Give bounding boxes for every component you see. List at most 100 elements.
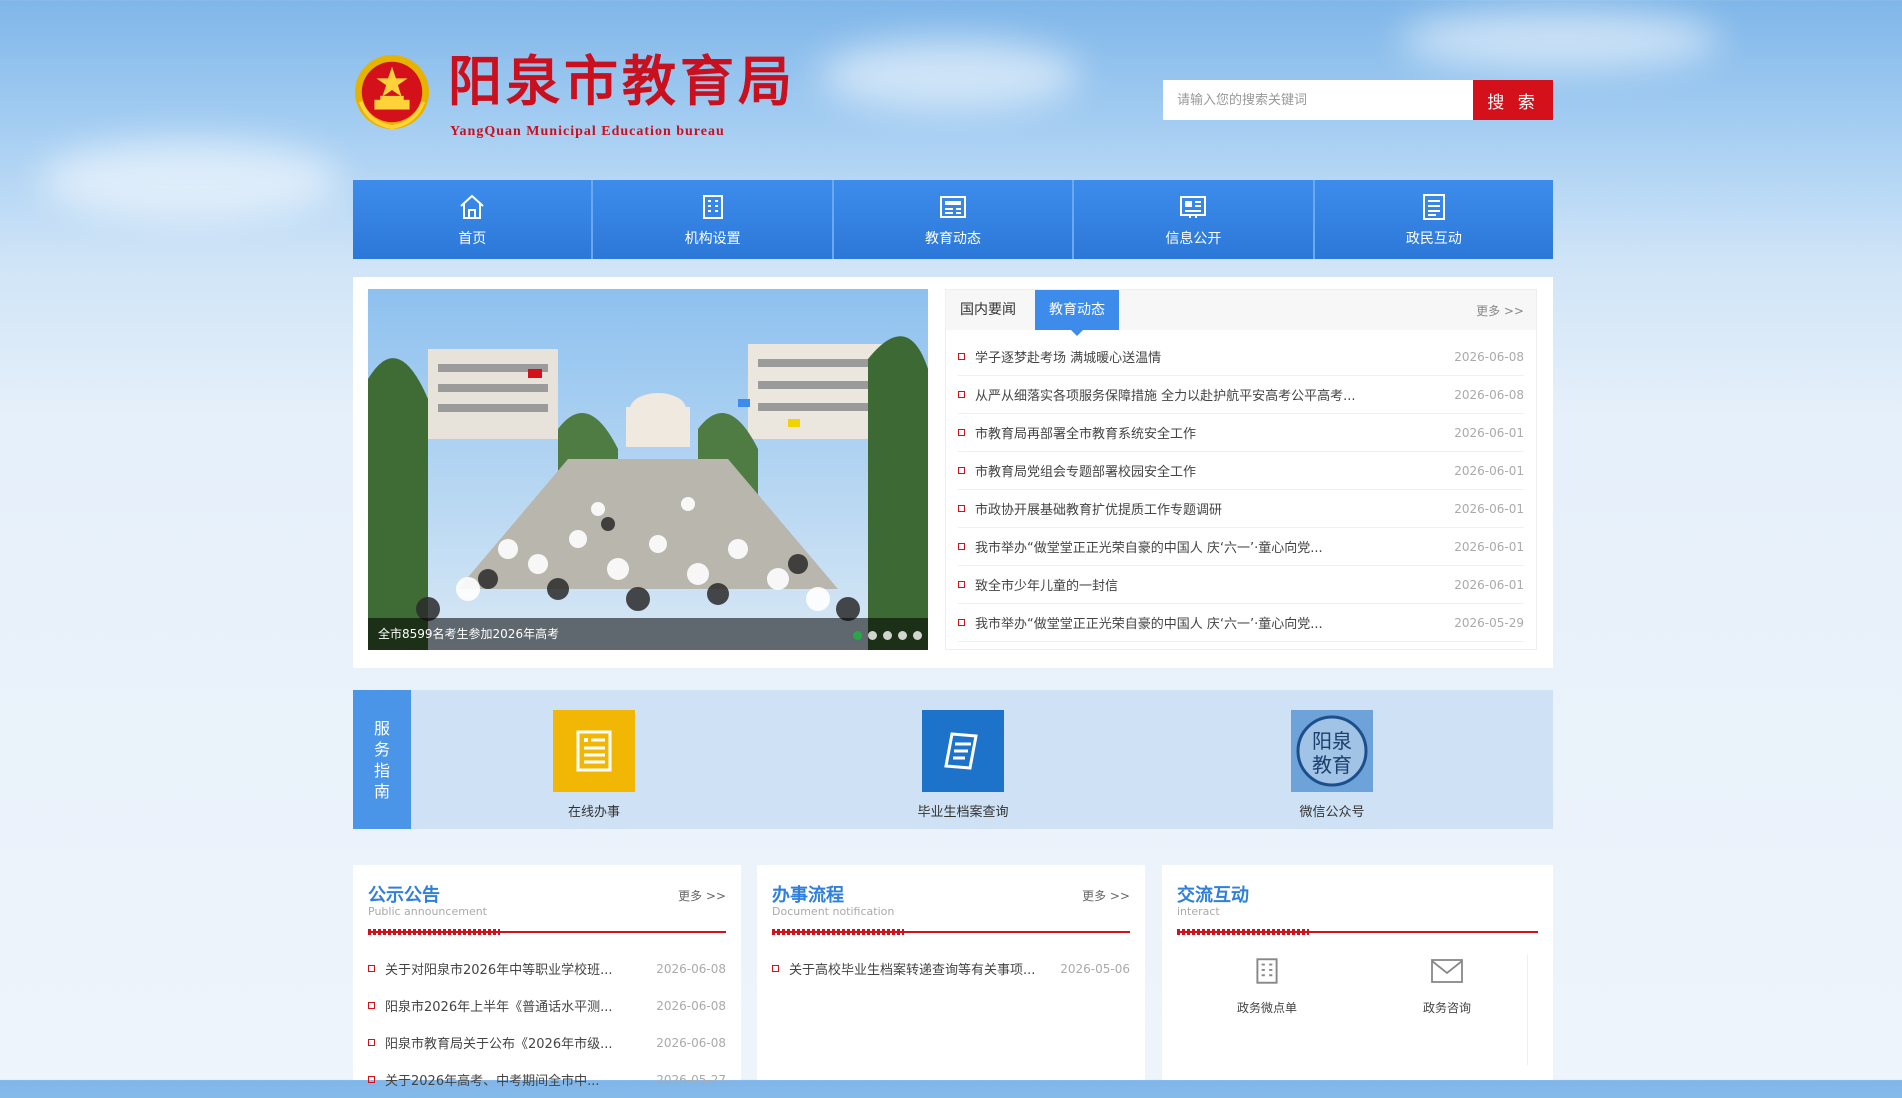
search-button[interactable]: 搜 索 — [1473, 80, 1553, 120]
slider-dot[interactable] — [868, 631, 877, 640]
news-item[interactable]: 我市举办“做堂堂正正光荣自豪的中国人 庆‘六一’·童心向党... 2026-05-… — [958, 604, 1524, 642]
building-icon — [1256, 958, 1278, 984]
news-item[interactable]: 我市举办“做堂堂正正光荣自豪的中国人 庆‘六一’·童心向党... 2026-06-… — [958, 528, 1524, 566]
news-item-date: 2026-06-01 — [1454, 577, 1524, 592]
news-item[interactable]: 市政协开展基础教育扩优提质工作专题调研 2026-06-01 — [958, 490, 1524, 528]
bullet-icon — [368, 965, 375, 972]
news-item-title: 市教育局再部署全市教育系统安全工作 — [975, 427, 1197, 442]
mail-icon — [1431, 959, 1463, 983]
interaction-item-consultation[interactable]: 政务咨询 — [1387, 955, 1507, 1016]
slider-caption: 全市8599名考生参加2026年高考 — [368, 618, 928, 650]
tab-domestic-news[interactable]: 国内要闻 — [946, 290, 1030, 330]
news-tabs: 国内要闻 教育动态 更多 >> — [946, 290, 1536, 336]
column-divider-accent — [1177, 929, 1309, 935]
nav-label: 政民互动 — [1405, 230, 1462, 247]
news-item-title: 我市举办“做堂堂正正光荣自豪的中国人 庆‘六一’·童心向党... — [975, 541, 1323, 556]
news-item-title: 阳泉市教育局关于公布《2026年市级... — [385, 1037, 613, 1052]
news-item[interactable]: 阳泉市教育局关于公布《2026年市级... 2026-06-08 — [368, 1024, 726, 1061]
list-icon — [1422, 193, 1445, 220]
news-item[interactable]: 市教育局党组会专题部署校园安全工作 2026-06-01 — [958, 452, 1524, 490]
news-icon — [940, 195, 967, 218]
announcements-more-link[interactable]: 更多 >> — [678, 887, 726, 904]
news-item-date: 2026-06-01 — [1454, 501, 1524, 516]
service-online-affairs[interactable]: 在线办事 — [514, 710, 674, 820]
nav-item-education-news[interactable]: 教育动态 — [833, 180, 1075, 259]
news-item[interactable]: 市教育局再部署全市教育系统安全工作 2026-06-01 — [958, 414, 1524, 452]
column-subtitle: interact — [1177, 905, 1220, 918]
bullet-icon — [958, 353, 965, 360]
wechat-account-icon: 阳泉 教育 — [1291, 710, 1373, 792]
news-item-title: 关于对阳泉市2026年中等职业学校班... — [385, 963, 613, 978]
archive-query-icon — [922, 710, 1004, 792]
column-subtitle: Document notification — [772, 905, 895, 918]
news-item-date: 2026-05-29 — [1454, 615, 1524, 630]
service-label: 在线办事 — [567, 805, 620, 820]
news-item-date: 2026-05-06 — [1060, 961, 1130, 976]
cloud-decoration — [40, 140, 340, 220]
news-list: 学子逐梦赴考场 满城暖心送温情 2026-06-08 从严从细落实各项服务保障措施 … — [946, 330, 1536, 642]
news-item-title: 市政协开展基础教育扩优提质工作专题调研 — [975, 503, 1223, 518]
nav-item-interaction[interactable]: 政民互动 — [1314, 180, 1554, 259]
news-item-date: 2026-06-08 — [656, 961, 726, 976]
nav-item-organization[interactable]: 机构设置 — [593, 180, 834, 259]
news-item-date: 2026-06-08 — [1454, 349, 1524, 364]
news-item-date: 2026-06-01 — [1454, 463, 1524, 478]
news-item[interactable]: 关于对阳泉市2026年中等职业学校班... 2026-06-08 — [368, 950, 726, 987]
news-panel: 国内要闻 教育动态 更多 >> 学子逐梦赴考场 满城暖心送温情 2026-06-0… — [945, 289, 1537, 650]
news-item-date: 2026-06-01 — [1454, 425, 1524, 440]
slider-dot[interactable] — [913, 631, 922, 640]
column-title: 办事流程 — [772, 885, 844, 906]
service-guide-char: 服 — [373, 718, 390, 738]
service-label: 毕业生档案查询 — [917, 805, 1009, 820]
slider-dot[interactable] — [898, 631, 907, 640]
service-guide-char: 南 — [373, 781, 390, 801]
announcements-column: 公示公告 Public announcement 更多 >> 关于对阳泉市202… — [353, 865, 741, 1089]
news-item[interactable]: 关于高校毕业生档案转递查询等有关事项... 2026-05-06 — [772, 950, 1130, 987]
bullet-icon — [958, 505, 965, 512]
news-item-date: 2026-06-08 — [656, 1035, 726, 1050]
news-item-title: 关于高校毕业生档案转递查询等有关事项... — [789, 963, 1036, 978]
service-wechat-account[interactable]: 阳泉 教育 微信公众号 — [1252, 710, 1412, 820]
interaction-item-micro-order[interactable]: 政务微点单 — [1207, 955, 1327, 1016]
nav-item-information[interactable]: 信息公开 — [1074, 180, 1315, 259]
bullet-icon — [958, 391, 965, 398]
building-icon — [702, 194, 723, 219]
main-nav: 首页 机构设置 教育动态 信息公开 政民互动 — [353, 180, 1554, 259]
info-board-icon — [1180, 195, 1207, 218]
news-more-link[interactable]: 更多 >> — [1476, 302, 1524, 319]
photo-slider[interactable]: 全市8599名考生参加2026年高考 — [368, 289, 928, 650]
bullet-icon — [368, 1039, 375, 1046]
news-item-title: 致全市少年儿童的一封信 — [975, 579, 1119, 594]
wechat-icon-text-bottom: 教育 — [1312, 753, 1352, 777]
news-item[interactable]: 从严从细落实各项服务保障措施 全力以赴护航平安高考公平高考... 2026-06-… — [958, 376, 1524, 414]
bullet-icon — [958, 467, 965, 474]
news-item-title: 市教育局党组会专题部署校园安全工作 — [975, 465, 1197, 480]
nav-label: 机构设置 — [684, 230, 741, 247]
nav-label: 首页 — [458, 230, 487, 247]
news-item-title: 阳泉市2026年上半年《普通话水平测... — [385, 1000, 613, 1015]
news-item[interactable]: 学子逐梦赴考场 满城暖心送温情 2026-06-08 — [958, 338, 1524, 376]
interaction-label: 政务咨询 — [1422, 1001, 1471, 1015]
bullet-icon — [958, 581, 965, 588]
column-divider-accent — [772, 929, 904, 935]
slider-dot[interactable] — [853, 631, 862, 640]
tab-education-news[interactable]: 教育动态 — [1035, 290, 1119, 336]
news-item-date: 2026-06-08 — [656, 998, 726, 1013]
news-item[interactable]: 阳泉市2026年上半年《普通话水平测... 2026-06-08 — [368, 987, 726, 1024]
national-emblem-logo — [354, 54, 430, 130]
site-subtitle: YangQuan Municipal Education bureau — [450, 124, 725, 139]
search-input[interactable] — [1163, 80, 1473, 120]
nav-label: 信息公开 — [1165, 230, 1222, 247]
service-archive-query[interactable]: 毕业生档案查询 — [883, 710, 1043, 820]
news-item-title: 学子逐梦赴考场 满城暖心送温情 — [975, 351, 1162, 366]
interaction-label: 政务微点单 — [1236, 1001, 1297, 1015]
procedures-more-link[interactable]: 更多 >> — [1082, 887, 1130, 904]
service-guide-label: 服 务 指 南 — [353, 690, 411, 829]
nav-item-home[interactable]: 首页 — [353, 180, 594, 259]
slider-photo — [368, 289, 928, 650]
procedures-list: 关于高校毕业生档案转递查询等有关事项... 2026-05-06 — [772, 950, 1130, 987]
bullet-icon — [958, 619, 965, 626]
news-item[interactable]: 致全市少年儿童的一封信 2026-06-01 — [958, 566, 1524, 604]
slider-dot[interactable] — [883, 631, 892, 640]
bullet-icon — [368, 1002, 375, 1009]
